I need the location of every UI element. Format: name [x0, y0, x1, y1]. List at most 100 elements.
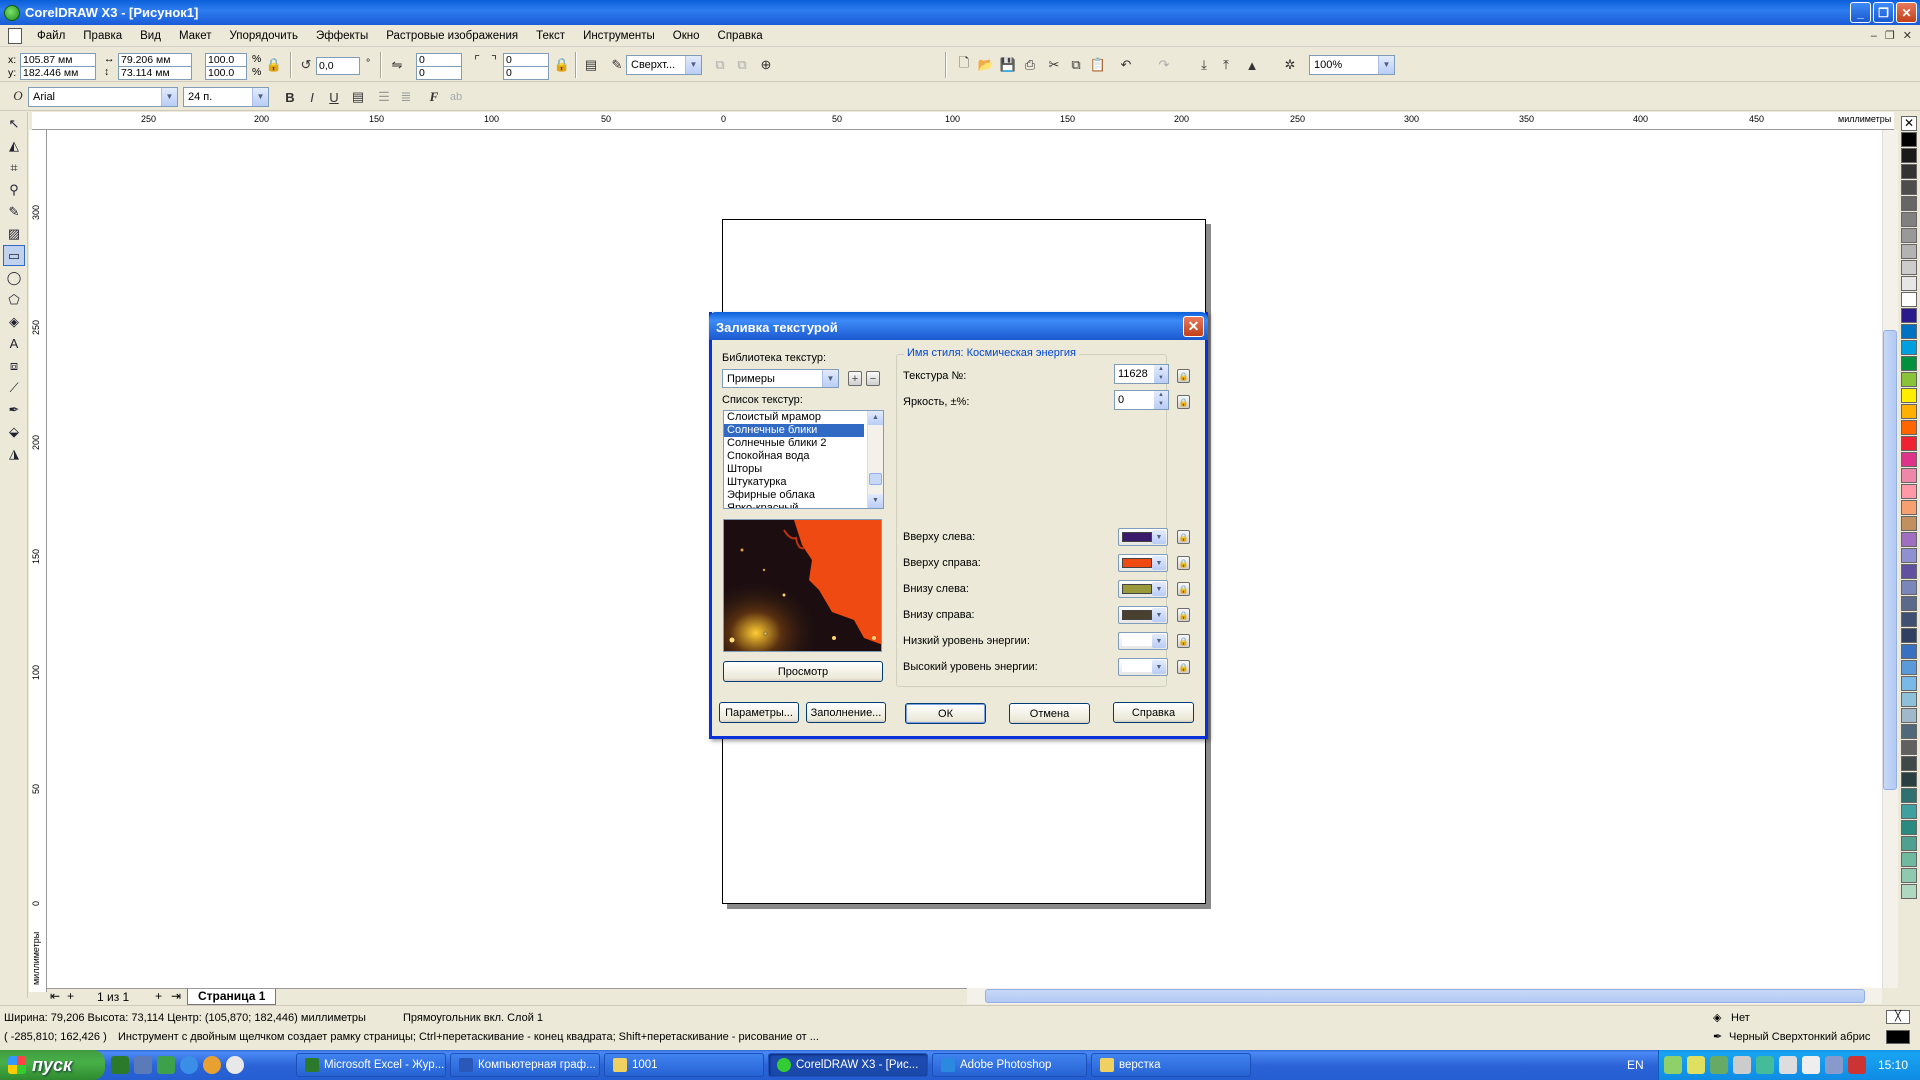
add-page-before-icon[interactable]: + [67, 989, 74, 1003]
dialog-close-button[interactable]: ✕ [1183, 316, 1204, 337]
language-indicator[interactable]: EN [1627, 1058, 1644, 1072]
list-scrollbar[interactable]: ▲ ▼ [867, 411, 883, 508]
palette-swatch[interactable] [1901, 692, 1917, 707]
bullet-list-icon[interactable]: ☰ [375, 88, 393, 106]
palette-swatch[interactable] [1901, 596, 1917, 611]
horizontal-scroll-thumb[interactable] [985, 989, 1865, 1003]
copy-icon[interactable]: ⧉ [1067, 56, 1085, 74]
texture-number-field[interactable]: 11628 ▲ ▼ [1114, 364, 1169, 384]
polygon-tool-icon[interactable]: ⬠ [3, 289, 25, 310]
to-front-icon[interactable]: ⧉ [711, 56, 729, 74]
palette-swatch[interactable] [1901, 212, 1917, 227]
palette-swatch[interactable] [1901, 708, 1917, 723]
menu-tools[interactable]: Инструменты [574, 30, 664, 42]
cancel-button[interactable]: Отмена [1009, 703, 1090, 724]
palette-swatch[interactable] [1901, 740, 1917, 755]
maximize-button[interactable]: ❐ [1873, 2, 1894, 23]
brightness-lock-icon[interactable]: 🔒 [1177, 395, 1190, 409]
palette-swatch[interactable] [1901, 644, 1917, 659]
palette-swatch[interactable] [1901, 788, 1917, 803]
color-picker-button[interactable]: ▼ [1118, 528, 1168, 546]
palette-swatch[interactable] [1901, 612, 1917, 627]
tray-icon-6[interactable] [1779, 1056, 1797, 1074]
palette-swatch[interactable] [1901, 276, 1917, 291]
palette-swatch[interactable] [1901, 196, 1917, 211]
palette-swatch[interactable] [1901, 468, 1917, 483]
palette-swatch[interactable] [1901, 260, 1917, 275]
text-tool-icon[interactable]: A [3, 333, 25, 354]
page-tab[interactable]: Страница 1 [187, 989, 277, 1005]
color-picker-button[interactable]: ▼ [1118, 632, 1168, 650]
corel-online-icon[interactable]: ✲ [1281, 56, 1299, 74]
task-folder-verstka[interactable]: верстка [1091, 1053, 1251, 1077]
palette-swatch[interactable] [1901, 772, 1917, 787]
doc-minimize-icon[interactable]: – [1871, 30, 1877, 42]
color-lock-icon[interactable]: 🔒 [1177, 608, 1190, 622]
scale-height-field[interactable]: 100.0 [205, 66, 247, 80]
document-icon[interactable] [8, 27, 22, 44]
color-lock-icon[interactable]: 🔒 [1177, 634, 1190, 648]
palette-swatch[interactable] [1901, 756, 1917, 771]
tray-icon-4[interactable] [1733, 1056, 1751, 1074]
round-corners-lock-icon[interactable]: 🔒 [553, 56, 571, 74]
palette-swatch[interactable] [1901, 388, 1917, 403]
fill-status[interactable]: Нет [1731, 1012, 1750, 1024]
last-page-icon[interactable]: ⇥ [171, 989, 181, 1003]
quick-launch-ie-icon[interactable] [180, 1056, 198, 1074]
brightness-field[interactable]: 0 ▲ ▼ [1114, 390, 1169, 410]
wrap-paragraph-icon[interactable]: ▤ [582, 56, 600, 74]
remove-library-icon[interactable]: − [866, 371, 880, 386]
list-item-selected[interactable]: Солнечные блики [724, 424, 864, 437]
quick-launch-icon-3[interactable] [157, 1056, 175, 1074]
palette-swatch[interactable] [1901, 308, 1917, 323]
list-item[interactable]: Ярко-красный [724, 502, 864, 508]
color-lock-icon[interactable]: 🔒 [1177, 530, 1190, 544]
drop-cap-icon[interactable]: ≣ [397, 88, 415, 106]
freehand-tool-icon[interactable]: ✎ [3, 201, 25, 222]
tray-icon-2[interactable] [1687, 1056, 1705, 1074]
task-photoshop[interactable]: Adobe Photoshop [932, 1053, 1087, 1077]
quick-launch-icon-6[interactable] [226, 1056, 244, 1074]
list-item[interactable]: Спокойная вода [724, 450, 864, 463]
parameters-button[interactable]: Параметры... [719, 702, 799, 723]
task-excel[interactable]: Microsoft Excel - Жур... [296, 1053, 446, 1077]
quick-launch-firefox-icon[interactable] [203, 1056, 221, 1074]
interactive-blend-tool-icon[interactable]: ⧈ [3, 355, 25, 376]
character-format-icon[interactable]: F [425, 88, 443, 106]
palette-swatch[interactable] [1901, 420, 1917, 435]
fill-swatch[interactable]: ╳ [1886, 1010, 1910, 1024]
ok-button[interactable]: ОК [905, 703, 986, 724]
export-icon[interactable]: ⤒ [1217, 56, 1235, 74]
outline-width-dropdown[interactable]: Сверхт... ▼ [626, 55, 702, 75]
basic-shapes-tool-icon[interactable]: ◈ [3, 311, 25, 332]
palette-swatch[interactable] [1901, 484, 1917, 499]
tray-icon-3[interactable] [1710, 1056, 1728, 1074]
menu-bitmaps[interactable]: Растровые изображения [377, 30, 527, 42]
corner-top-right-field[interactable]: 0 [503, 53, 549, 67]
import-icon[interactable]: ⤓ [1195, 56, 1213, 74]
zoom-level-dropdown[interactable]: 100% ▼ [1309, 55, 1395, 75]
rectangle-tool-icon[interactable]: ▭ [3, 245, 25, 266]
menu-edit[interactable]: Правка [74, 30, 131, 42]
application-launcher-icon[interactable]: ▲ [1243, 56, 1261, 74]
smart-fill-tool-icon[interactable]: ▨ [3, 223, 25, 244]
palette-swatch[interactable] [1901, 548, 1917, 563]
scale-width-field[interactable]: 100.0 [205, 53, 247, 67]
underline-icon[interactable]: U [325, 88, 343, 106]
tray-icon-5[interactable] [1756, 1056, 1774, 1074]
color-picker-button[interactable]: ▼ [1118, 554, 1168, 572]
add-library-icon[interactable]: + [848, 371, 862, 386]
menu-window[interactable]: Окно [664, 30, 709, 42]
color-lock-icon[interactable]: 🔒 [1177, 582, 1190, 596]
palette-swatch[interactable] [1901, 724, 1917, 739]
no-color-swatch[interactable]: ✕ [1901, 116, 1917, 131]
palette-swatch[interactable] [1901, 884, 1917, 899]
color-lock-icon[interactable]: 🔒 [1177, 660, 1190, 674]
color-picker-button[interactable]: ▼ [1118, 658, 1168, 676]
new-document-icon[interactable]: 🗋 [955, 55, 973, 74]
lock-ratio-icon[interactable]: 🔒 [265, 56, 283, 74]
list-item[interactable]: Солнечные блики 2 [724, 437, 864, 450]
bold-icon[interactable]: B [281, 88, 299, 106]
task-coreldraw[interactable]: CorelDRAW X3 - [Рис... [768, 1053, 928, 1077]
menu-effects[interactable]: Эффекты [307, 30, 377, 42]
